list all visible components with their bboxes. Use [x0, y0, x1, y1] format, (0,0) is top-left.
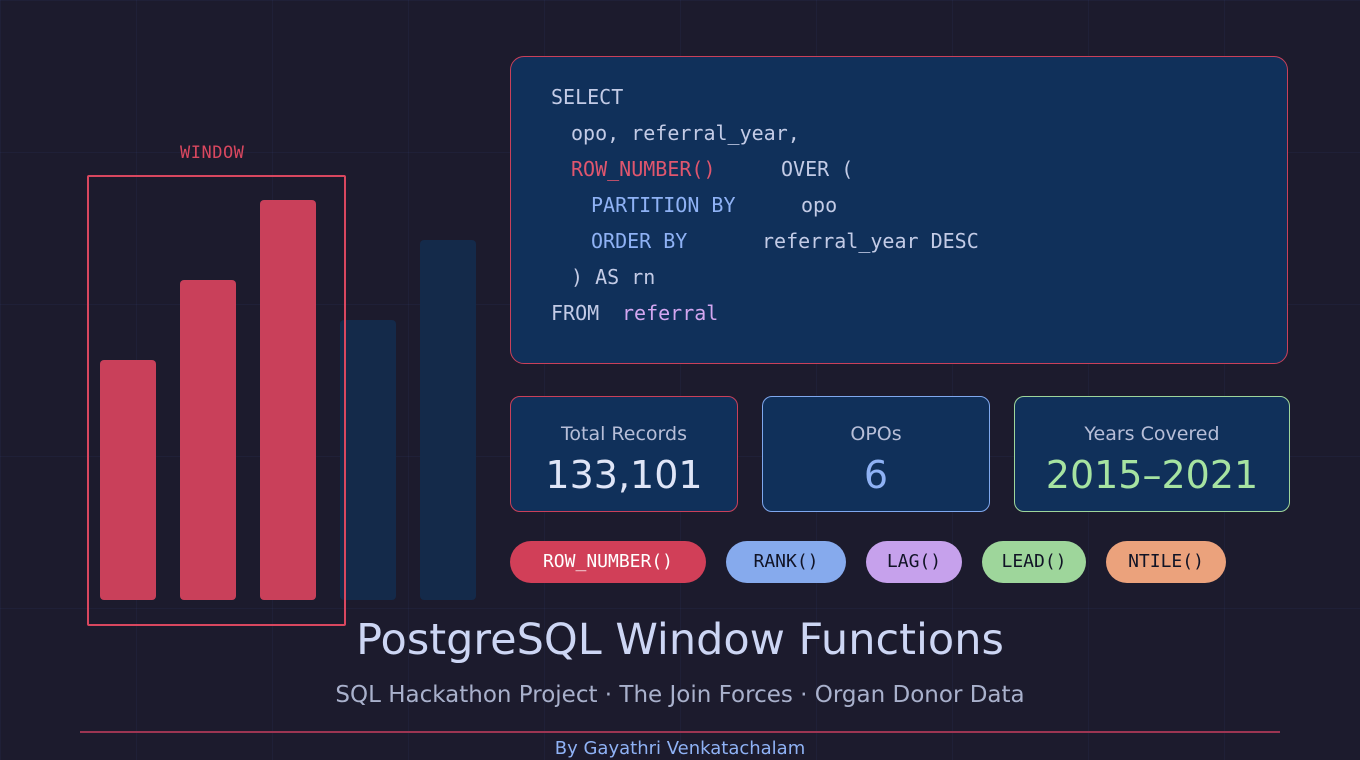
- code-order-column: referral_year DESC: [762, 229, 979, 253]
- stat-value: 2015–2021: [1045, 453, 1259, 497]
- window-label: WINDOW: [180, 143, 245, 163]
- code-partition-column: opo: [801, 193, 838, 217]
- window-frame: [87, 175, 346, 626]
- stat-value: 6: [863, 453, 889, 497]
- function-pill-lag: LAG(): [866, 541, 962, 583]
- sql-code-panel: SELECT opo, referral_year, ROW_NUMBER() …: [510, 56, 1288, 364]
- function-pill-ntile: NTILE(): [1106, 541, 1226, 583]
- code-row-number: ROW_NUMBER(): [571, 157, 716, 181]
- author-credit: By Gayathri Venkatachalam: [554, 738, 806, 759]
- page-title: PostgreSQL Window Functions: [356, 615, 1004, 665]
- function-pill-rank: RANK(): [726, 541, 846, 583]
- code-alias: ) AS rn: [571, 265, 656, 289]
- stat-card-years-covered: Years Covered 2015–2021: [1014, 396, 1290, 512]
- stat-card-opos: OPOs 6: [762, 396, 990, 512]
- page-subtitle: SQL Hackathon Project · The Join Forces …: [335, 682, 1025, 708]
- divider: [80, 731, 1280, 733]
- function-pill-lead: LEAD(): [982, 541, 1086, 583]
- code-table-name: referral: [622, 301, 719, 325]
- code-columns: opo, referral_year,: [571, 121, 800, 145]
- outside-bar: [340, 320, 396, 600]
- outside-bar: [420, 240, 476, 600]
- code-over-keyword: OVER (: [781, 157, 854, 181]
- stat-label: OPOs: [850, 423, 902, 445]
- stat-label: Total Records: [561, 423, 687, 445]
- stat-value: 133,101: [545, 453, 703, 497]
- stat-label: Years Covered: [1084, 423, 1220, 445]
- code-partition-keyword: PARTITION BY: [591, 193, 736, 217]
- function-pill-row-number: ROW_NUMBER(): [510, 541, 706, 583]
- code-from-keyword: FROM: [551, 301, 600, 325]
- code-order-keyword: ORDER BY: [591, 229, 688, 253]
- stat-card-total-records: Total Records 133,101: [510, 396, 738, 512]
- code-select-keyword: SELECT: [551, 85, 624, 109]
